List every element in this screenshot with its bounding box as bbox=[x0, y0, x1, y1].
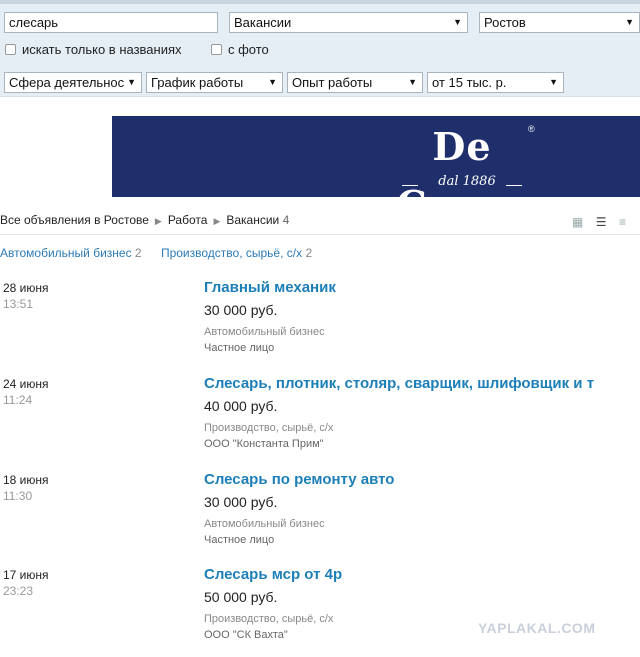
chevron-down-icon: ▼ bbox=[127, 77, 136, 87]
brand-tagline: dal 1886 bbox=[438, 174, 496, 189]
listing-company: ООО "СК Вахта" bbox=[204, 629, 288, 641]
listing-price: 30 000 руб. bbox=[204, 302, 278, 318]
search-input-value: слесарь bbox=[9, 15, 59, 30]
tagline-rule-right bbox=[506, 185, 522, 186]
listing-date: 24 июня bbox=[3, 377, 49, 391]
city-select-value: Ростов bbox=[484, 15, 526, 30]
listing-title-link[interactable]: Слесарь по ремонту авто bbox=[204, 471, 640, 489]
separator-icon: ▶ bbox=[154, 216, 162, 226]
category-production[interactable]: Производство, сырьё, с/х 2 bbox=[161, 246, 312, 260]
view-switcher: ▦ ☰ ≡ bbox=[564, 213, 626, 229]
listing-item: 28 июня 13:51 Главный механик 30 000 руб… bbox=[0, 279, 640, 373]
listing-company: Частное лицо bbox=[204, 534, 275, 546]
divider bbox=[0, 234, 640, 235]
listing-category: Автомобильный бизнес bbox=[204, 326, 325, 338]
gallery-view-icon[interactable]: ▦ bbox=[572, 215, 583, 229]
breadcrumb-all-ads[interactable]: Все объявления в Ростове bbox=[0, 213, 149, 227]
listing-price: 40 000 руб. bbox=[204, 398, 278, 414]
only-titles-checkbox[interactable]: искать только в названиях bbox=[5, 42, 182, 58]
with-photo-label: с фото bbox=[228, 42, 269, 57]
search-input[interactable]: слесарь bbox=[4, 12, 218, 33]
salary-select-value: от 15 тыс. р. bbox=[432, 75, 507, 90]
with-photo-checkbox[interactable]: с фото bbox=[211, 42, 269, 58]
listing-price: 50 000 руб. bbox=[204, 589, 278, 605]
listing-date: 28 июня bbox=[3, 281, 49, 295]
registered-mark: ® bbox=[528, 124, 535, 134]
category-count: 2 bbox=[305, 246, 313, 260]
listing-time: 11:30 bbox=[3, 489, 33, 503]
listing-time: 13:51 bbox=[3, 297, 34, 311]
checkbox-icon bbox=[5, 44, 16, 55]
listing-date: 18 июня bbox=[3, 473, 49, 487]
results-count: 4 bbox=[282, 213, 290, 227]
listing-title-link[interactable]: Слесарь мср от 4р bbox=[204, 566, 640, 584]
separator-icon: ▶ bbox=[213, 216, 221, 226]
category-label: Производство, сырьё, с/х bbox=[160, 246, 303, 260]
compact-view-icon[interactable]: ≡ bbox=[619, 215, 626, 229]
category-label: Автомобильный бизнес bbox=[0, 246, 132, 260]
sphere-select-value: Сфера деятельнос bbox=[9, 75, 125, 90]
page-root: слесарь Вакансии ▼ Ростов ▼ искать тольк… bbox=[0, 0, 640, 657]
category-auto-business[interactable]: Автомобильный бизнес 2 bbox=[0, 246, 142, 260]
listing-category: Производство, сырьё, с/х bbox=[204, 422, 334, 434]
listing-title-link[interactable]: Слесарь, плотник, столяр, сварщик, шлифо… bbox=[204, 375, 640, 393]
chevron-down-icon: ▼ bbox=[625, 17, 634, 27]
only-titles-label: искать только в названиях bbox=[22, 42, 182, 57]
section-select-value: Вакансии bbox=[234, 15, 292, 30]
listing-category: Автомобильный бизнес bbox=[204, 518, 325, 530]
chevron-down-icon: ▼ bbox=[408, 77, 417, 87]
chevron-down-icon: ▼ bbox=[453, 17, 462, 27]
experience-select-value: Опыт работы bbox=[292, 75, 373, 90]
ad-banner[interactable]: De Cecco ® dal 1886 bbox=[112, 116, 640, 227]
section-select[interactable]: Вакансии ▼ bbox=[229, 12, 468, 33]
experience-select[interactable]: Опыт работы ▼ bbox=[287, 72, 423, 93]
chevron-down-icon: ▼ bbox=[268, 77, 277, 87]
filter-panel: слесарь Вакансии ▼ Ростов ▼ искать тольк… bbox=[0, 0, 640, 97]
listing-title-link[interactable]: Главный механик bbox=[204, 279, 640, 297]
breadcrumb: Все объявления в Ростове ▶ Работа ▶ Вакансии… bbox=[0, 212, 289, 228]
top-strip bbox=[0, 0, 640, 4]
list-view-icon[interactable]: ☰ bbox=[596, 215, 607, 229]
listing-item: 17 июня 23:23 Слесарь мср от 4р 50 000 р… bbox=[0, 566, 640, 657]
listing-company: ООО "Константа Прим" bbox=[204, 438, 324, 450]
category-filters: Автомобильный бизнес 2 Производство, сыр… bbox=[0, 245, 328, 261]
checkbox-icon bbox=[211, 44, 222, 55]
listing-time: 11:24 bbox=[3, 393, 33, 407]
listing-item: 24 июня 11:24 Слесарь, плотник, столяр, … bbox=[0, 375, 640, 469]
salary-select[interactable]: от 15 тыс. р. ▼ bbox=[427, 72, 564, 93]
city-select[interactable]: Ростов ▼ bbox=[479, 12, 640, 33]
schedule-select[interactable]: График работы ▼ bbox=[146, 72, 283, 93]
breadcrumb-work[interactable]: Работа bbox=[168, 213, 208, 227]
listing-company: Частное лицо bbox=[204, 342, 275, 354]
site-watermark: YAPLAKAL.COM bbox=[478, 620, 596, 636]
listing-item: 18 июня 11:30 Слесарь по ремонту авто 30… bbox=[0, 471, 640, 565]
category-count: 2 bbox=[134, 246, 142, 260]
listing-price: 30 000 руб. bbox=[204, 494, 278, 510]
schedule-select-value: График работы bbox=[151, 75, 244, 90]
listing-date: 17 июня bbox=[3, 568, 49, 582]
breadcrumb-vacancies: Вакансии bbox=[226, 213, 280, 227]
chevron-down-icon: ▼ bbox=[549, 77, 558, 87]
listing-time: 23:23 bbox=[3, 584, 34, 598]
sphere-select[interactable]: Сфера деятельнос ▼ bbox=[4, 72, 142, 93]
listing-category: Производство, сырьё, с/х bbox=[204, 613, 334, 625]
